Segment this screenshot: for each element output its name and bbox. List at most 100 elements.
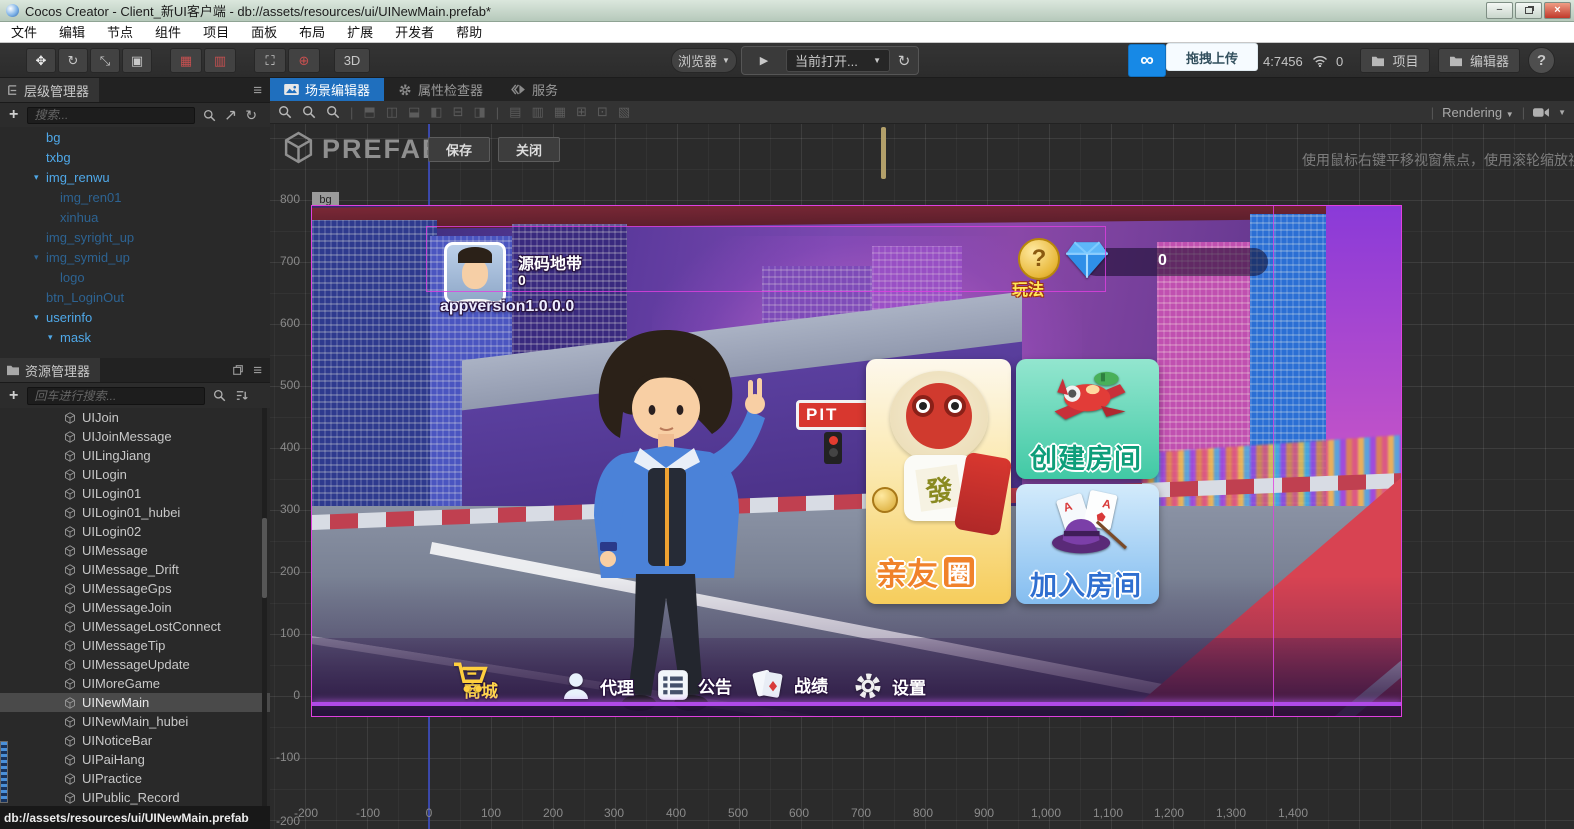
menu-file[interactable]: 文件 [0,22,48,43]
asset-item[interactable]: UIMessage [0,541,270,560]
asset-item-selected[interactable]: UINewMain [0,693,270,712]
restore-button[interactable] [1515,2,1542,19]
tree-node-mask[interactable]: ▾mask [0,327,270,347]
expand-arrow-icon[interactable]: ▾ [34,172,46,183]
tree-node-txbg[interactable]: txbg [0,147,270,167]
expand-arrow-icon[interactable]: ▾ [34,252,46,263]
tab-service[interactable]: 服务 [497,78,572,101]
canvas-toggle-button[interactable]: ⛶ [254,48,286,73]
asset-item[interactable]: UIJoinMessage [0,427,270,446]
camera-icon[interactable] [1533,107,1550,118]
cocos-cloud-button[interactable]: ∞ [1128,44,1166,77]
asset-item[interactable]: UILogin [0,465,270,484]
preview-target-dropdown[interactable]: 浏览器▼ [671,48,737,73]
hierarchy-search-input[interactable] [27,107,195,124]
menu-panel[interactable]: 面板 [240,22,288,43]
search-icon[interactable] [203,109,216,122]
align-hcenter-icon[interactable]: ⊟ [453,104,464,120]
rect-tool-button[interactable]: ▣ [122,48,152,73]
asset-item[interactable]: UILogin02 [0,522,270,541]
assets-scrollbar-thumb[interactable] [262,518,267,598]
asset-item[interactable]: UIMessageUpdate [0,655,270,674]
pivot-toggle-button[interactable]: ▦ [170,48,202,73]
distribute-bottom-icon[interactable]: ▦ [554,104,566,120]
3d-mode-button[interactable]: 3D [334,48,370,73]
asset-item[interactable]: UIJoin [0,408,270,427]
open-scene-dropdown[interactable]: 当前打开...▼ [786,49,890,72]
create-asset-button[interactable]: + [0,387,27,405]
records-menu-item[interactable]: 战绩 [750,666,828,702]
agent-menu-item[interactable]: 代理 [560,670,634,702]
settings-menu-item[interactable]: 设置 [852,670,926,702]
menu-developer[interactable]: 开发者 [384,22,445,43]
asset-item[interactable]: UIPublic_Record [0,788,270,806]
tree-node-userinfo[interactable]: ▾userinfo [0,307,270,327]
align-left-icon[interactable]: ◧ [430,104,442,120]
refresh-preview-button[interactable]: ↻ [892,49,916,72]
align-top-icon[interactable]: ⬒ [363,104,375,120]
zoom-reset-icon[interactable] [326,105,340,119]
menu-node[interactable]: 节点 [96,22,144,43]
game-scene-canvas[interactable]: PIT [311,205,1402,717]
friends-circle-button[interactable]: 發 亲友 圈 [866,359,1011,604]
asset-item[interactable]: UIMessageTip [0,636,270,655]
assets-menu-icon[interactable]: ≡ [244,362,270,379]
assets-tab[interactable]: 资源管理器 [0,358,100,382]
align-right-icon[interactable]: ◨ [473,104,485,120]
create-room-button[interactable]: 创建房间 [1016,359,1159,479]
menu-layout[interactable]: 布局 [288,22,336,43]
asset-item[interactable]: UILogin01_hubei [0,503,270,522]
prefab-save-button[interactable]: 保存 [428,137,490,162]
hierarchy-menu-icon[interactable]: ≡ [253,82,270,99]
sort-assets-icon[interactable] [235,389,248,402]
tab-inspector[interactable]: 属性检查器 [384,78,497,101]
zoom-out-icon[interactable] [302,105,316,119]
tree-node-img-ren01[interactable]: img_ren01 [0,187,270,207]
chevron-down-icon[interactable]: ▼ [1558,108,1566,117]
tree-node-bg[interactable]: bg [0,127,270,147]
tree-node-xinhua[interactable]: xinhua [0,207,270,227]
expand-arrow-icon[interactable]: ▾ [34,312,46,323]
open-project-folder-button[interactable]: 项目 [1360,48,1430,73]
tab-scene-editor[interactable]: 场景编辑器 [270,78,384,101]
expand-arrow-icon[interactable]: ▾ [48,332,60,343]
play-button[interactable]: ▶ [748,49,780,72]
copy-panel-icon[interactable] [232,364,244,376]
drag-upload-tooltip[interactable]: 拖拽上传 [1166,43,1258,71]
menu-extension[interactable]: 扩展 [336,22,384,43]
asset-item[interactable]: UIMessageJoin [0,598,270,617]
zoom-in-icon[interactable] [278,105,292,119]
create-node-button[interactable]: + [0,106,27,124]
menu-help[interactable]: 帮助 [445,22,493,43]
notice-menu-item[interactable]: 公告 [656,668,732,702]
align-bottom-icon[interactable]: ⬓ [408,104,420,120]
prefab-close-button[interactable]: 关闭 [498,137,560,162]
rendering-dropdown[interactable]: Rendering ▼ [1442,105,1514,120]
tree-node-logo[interactable]: logo [0,267,270,287]
close-button[interactable]: × [1544,2,1571,19]
scale-tool-button[interactable]: ⤡ [90,48,120,73]
asset-item[interactable]: UINewMain_hubei [0,712,270,731]
asset-item[interactable]: UIMoreGame [0,674,270,693]
rotate-tool-button[interactable]: ↻ [58,48,88,73]
distribute-left-icon[interactable]: ⊞ [576,104,587,120]
locate-node-icon[interactable] [225,109,237,121]
distribute-right-icon[interactable]: ▧ [618,104,630,120]
align-vcenter-icon[interactable]: ◫ [386,104,398,120]
open-editor-folder-button[interactable]: 编辑器 [1438,48,1520,73]
distribute-vcenter-icon[interactable]: ▥ [531,104,543,120]
asset-item[interactable]: UIPaiHang [0,750,270,769]
asset-item[interactable]: UILingJiang [0,446,270,465]
asset-item[interactable]: UIMessageGps [0,579,270,598]
tree-node-img-symid-up[interactable]: ▾img_symid_up [0,247,270,267]
menu-component[interactable]: 组件 [144,22,192,43]
asset-item[interactable]: UILogin01 [0,484,270,503]
tree-node-img-syright-up[interactable]: img_syright_up [0,227,270,247]
menu-project[interactable]: 项目 [192,22,240,43]
search-icon[interactable] [213,389,226,402]
refresh-hierarchy-icon[interactable]: ↻ [245,107,257,124]
distribute-top-icon[interactable]: ▤ [509,104,521,120]
asset-item[interactable]: UINoticeBar [0,731,270,750]
tree-node-btn-loginout[interactable]: btn_LoginOut [0,287,270,307]
minimize-button[interactable]: − [1486,2,1513,19]
